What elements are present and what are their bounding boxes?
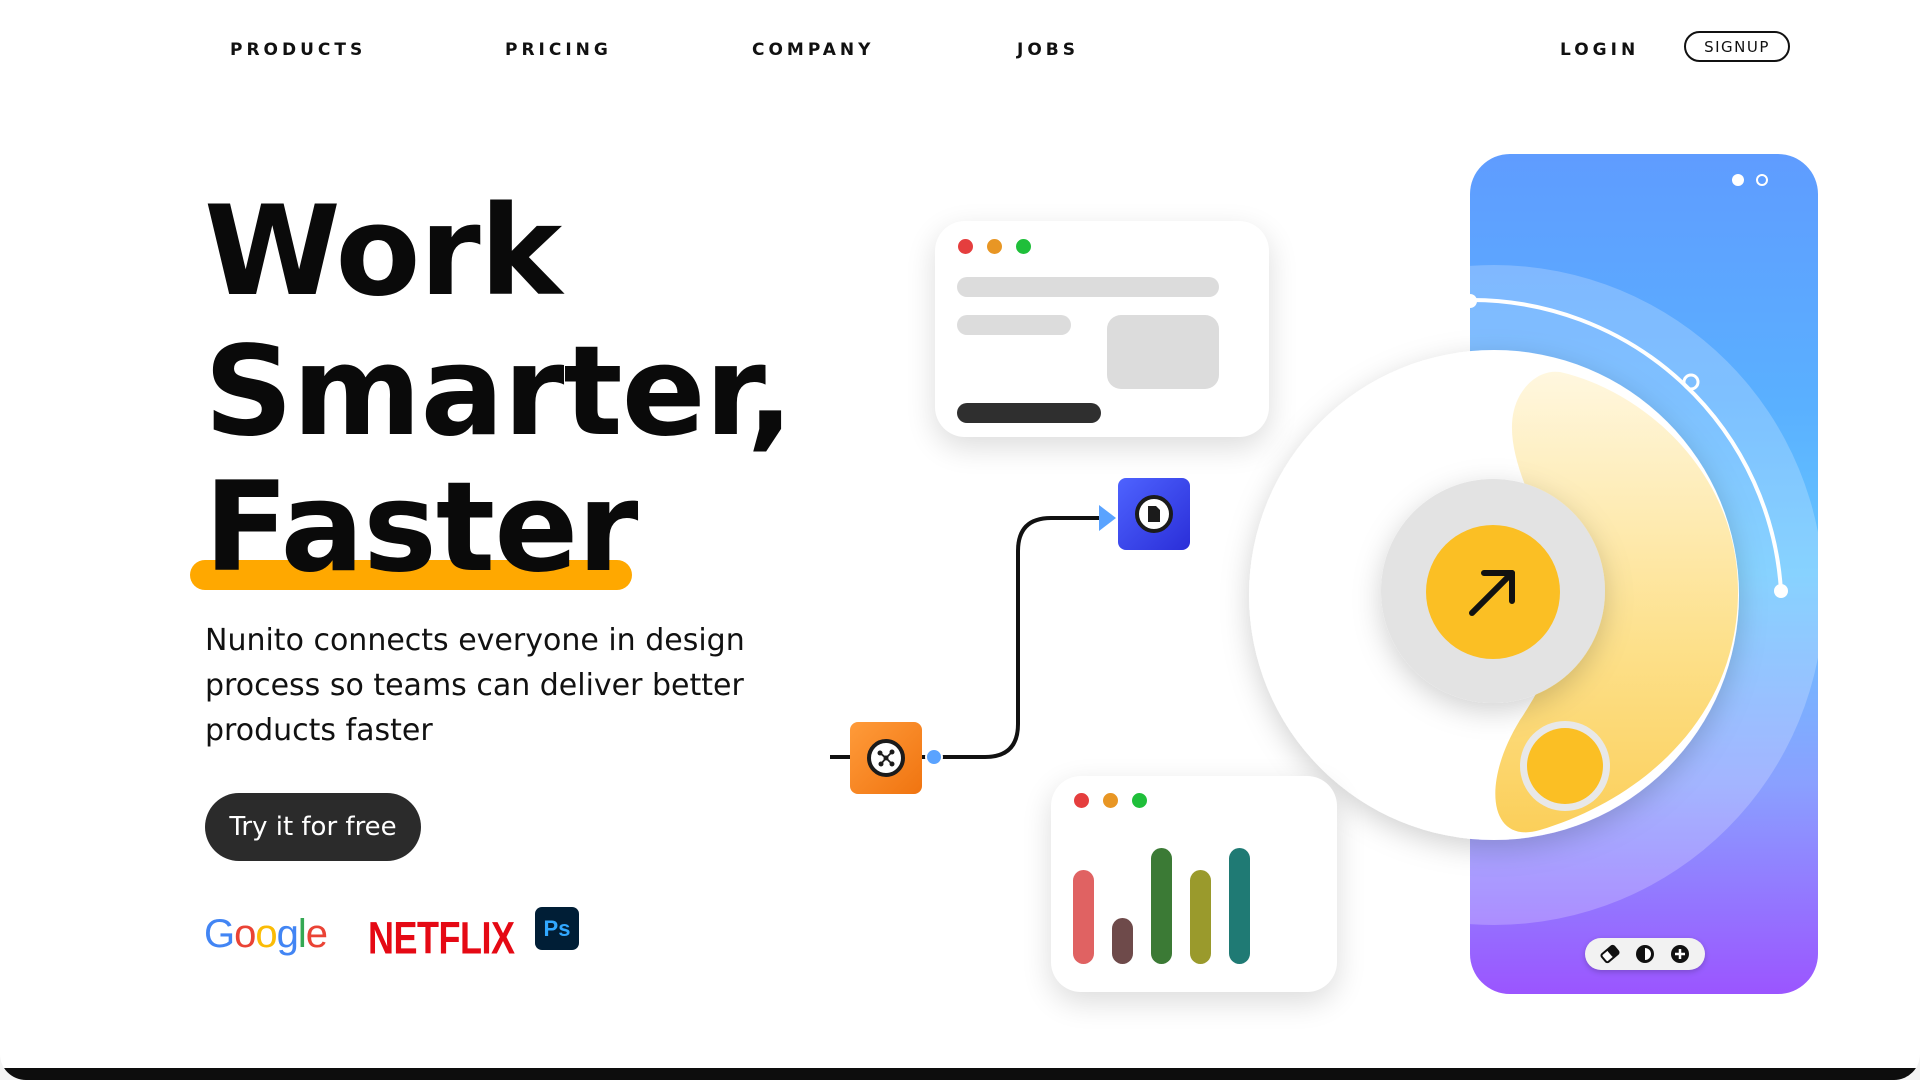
chart-bar bbox=[1229, 848, 1250, 964]
skeleton-button bbox=[957, 403, 1101, 423]
chart-maximize-dot[interactable] bbox=[1132, 793, 1147, 808]
chart-close-dot[interactable] bbox=[1074, 793, 1089, 808]
document-icon bbox=[1135, 495, 1173, 533]
contrast-icon[interactable] bbox=[1634, 943, 1656, 965]
arc-handle-start[interactable] bbox=[1463, 294, 1477, 308]
bottom-edge bbox=[0, 1068, 1920, 1080]
network-icon bbox=[867, 739, 905, 777]
chart-bar bbox=[1073, 870, 1094, 964]
chart-minimize-dot[interactable] bbox=[1103, 793, 1118, 808]
skeleton-image bbox=[1107, 315, 1219, 389]
window-minimize-dot[interactable] bbox=[987, 239, 1002, 254]
skeleton-line bbox=[957, 277, 1219, 297]
network-app-icon[interactable] bbox=[850, 722, 922, 794]
arrow-button[interactable] bbox=[1426, 525, 1560, 659]
dial-graphic bbox=[830, 265, 1818, 925]
connector-arrow bbox=[1099, 505, 1116, 531]
window-close-dot[interactable] bbox=[958, 239, 973, 254]
skeleton-line-short bbox=[957, 315, 1071, 335]
eraser-icon[interactable] bbox=[1599, 943, 1621, 965]
landing-page: PRODUCTS PRICING COMPANY JOBS LOGIN SIGN… bbox=[0, 0, 1920, 1080]
document-app-icon[interactable] bbox=[1118, 478, 1190, 550]
chart-card bbox=[1051, 776, 1337, 992]
plus-icon[interactable] bbox=[1669, 943, 1691, 965]
chart-bar bbox=[1112, 918, 1133, 964]
chart-bar bbox=[1151, 848, 1172, 964]
phone-toolbar bbox=[1585, 938, 1705, 970]
small-knob[interactable] bbox=[1527, 728, 1603, 804]
arrow-up-right-icon bbox=[1469, 570, 1515, 616]
window-card bbox=[935, 221, 1269, 437]
connector-node[interactable] bbox=[925, 748, 943, 766]
window-maximize-dot[interactable] bbox=[1016, 239, 1031, 254]
arc-handle-end[interactable] bbox=[1774, 584, 1788, 598]
chart-bar bbox=[1190, 870, 1211, 964]
